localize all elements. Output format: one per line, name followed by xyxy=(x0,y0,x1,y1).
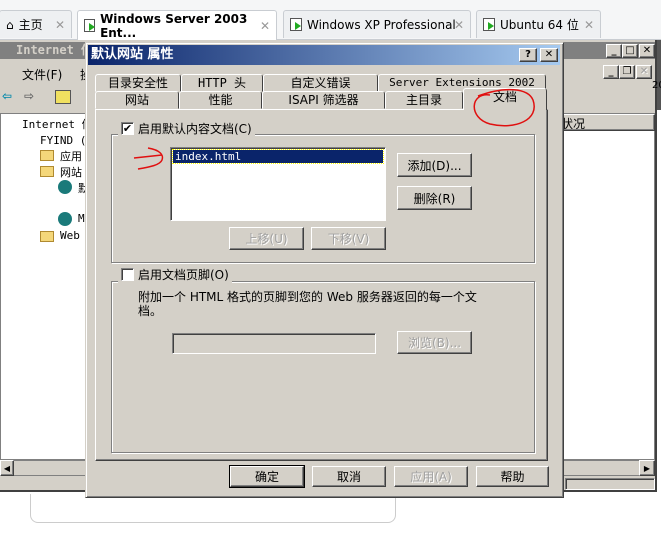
tab-performance[interactable]: 性能 xyxy=(179,91,262,109)
globe-icon xyxy=(58,180,72,194)
vm-icon xyxy=(483,18,495,31)
tree-item[interactable]: Internet 信 xyxy=(22,116,93,132)
forward-icon[interactable]: ⇨ xyxy=(24,89,34,103)
tab-home[interactable]: ⌂ 主页 ✕ xyxy=(0,10,72,38)
close-icon[interactable]: ✕ xyxy=(55,18,65,32)
scroll-left-button[interactable]: ◀ xyxy=(0,460,14,476)
footer-path-input[interactable] xyxy=(172,333,376,354)
footer-description: 附加一个 HTML 格式的页脚到您的 Web 服务器返回的每一个文档。 xyxy=(138,290,477,318)
background-panel xyxy=(30,494,396,523)
mdi-close-button[interactable]: ✕ xyxy=(636,65,652,79)
mdi-minimize-button[interactable]: _ xyxy=(603,65,619,79)
tree-item[interactable]: M xyxy=(78,212,85,225)
footer-legend: 启用文档页脚(O) xyxy=(118,266,232,283)
vm-icon xyxy=(290,18,302,31)
globe-icon xyxy=(58,212,72,226)
folder-icon xyxy=(40,150,54,161)
folder-icon xyxy=(40,166,54,177)
move-down-button[interactable]: 下移(V) xyxy=(311,227,386,250)
tab-isapi-filters[interactable]: ISAPI 筛选器 xyxy=(262,91,385,109)
right-edge-text: 20 xyxy=(652,80,661,91)
ok-button[interactable]: 确定 xyxy=(229,465,305,488)
help-button[interactable]: ? xyxy=(519,48,537,62)
back-icon[interactable]: ⇦ xyxy=(2,89,12,103)
menu-file[interactable]: 文件(F) xyxy=(22,66,62,83)
apply-button[interactable]: 应用(A) xyxy=(394,466,468,487)
tab-directory-security[interactable]: 目录安全性 xyxy=(95,74,181,92)
mdi-restore-button[interactable]: ❐ xyxy=(619,65,635,79)
tab-windows-server[interactable]: Windows Server 2003 Ent... ✕ xyxy=(77,10,277,40)
add-button[interactable]: 添加(D)... xyxy=(397,153,472,177)
tab-http-headers[interactable]: HTTP 头 xyxy=(181,74,263,92)
home-icon: ⌂ xyxy=(6,17,14,32)
close-button[interactable]: ✕ xyxy=(540,48,558,62)
default-doc-legend: ✔ 启用默认内容文档(C) xyxy=(118,120,255,137)
tree-item[interactable]: 网站 xyxy=(60,164,82,180)
tab-documents[interactable]: 文档 xyxy=(463,88,547,110)
folder-icon xyxy=(40,231,54,242)
browse-button[interactable]: 浏览(B)... xyxy=(397,331,472,354)
close-button[interactable]: ✕ xyxy=(639,44,655,58)
status-bar-pane xyxy=(565,478,655,490)
close-icon[interactable]: ✕ xyxy=(260,19,270,33)
dialog-title-bar: 默认网站 属性 xyxy=(88,45,560,65)
background-strip xyxy=(657,40,661,110)
vm-icon xyxy=(84,19,96,32)
tab-ubuntu[interactable]: Ubuntu 64 位 ✕ xyxy=(476,10,601,38)
tab-home-directory[interactable]: 主目录 xyxy=(385,91,463,109)
default-doc-listbox[interactable]: index.html xyxy=(170,147,386,221)
up-folder-icon[interactable] xyxy=(55,90,71,104)
list-item[interactable]: index.html xyxy=(172,149,384,164)
close-icon[interactable]: ✕ xyxy=(584,18,594,32)
enable-footer-checkbox[interactable] xyxy=(121,268,134,281)
tab-custom-errors[interactable]: 自定义错误 xyxy=(263,74,378,92)
column-header-status[interactable]: 状况 xyxy=(556,114,655,131)
tab-website[interactable]: 网站 xyxy=(95,91,179,109)
help-dialog-button[interactable]: 帮助 xyxy=(476,466,549,487)
remove-button[interactable]: 删除(R) xyxy=(397,186,472,210)
scroll-right-button[interactable]: ▶ xyxy=(639,460,655,476)
maximize-button[interactable]: □ xyxy=(622,44,638,58)
tab-windows-xp[interactable]: Windows XP Professional ✕ xyxy=(283,10,471,38)
tree-item[interactable]: 应用 xyxy=(60,148,82,164)
enable-default-doc-checkbox[interactable]: ✔ xyxy=(121,122,134,135)
cancel-button[interactable]: 取消 xyxy=(312,466,386,487)
close-icon[interactable]: ✕ xyxy=(454,18,464,32)
move-up-button[interactable]: 上移(U) xyxy=(229,227,304,250)
minimize-button[interactable]: _ xyxy=(606,44,622,58)
